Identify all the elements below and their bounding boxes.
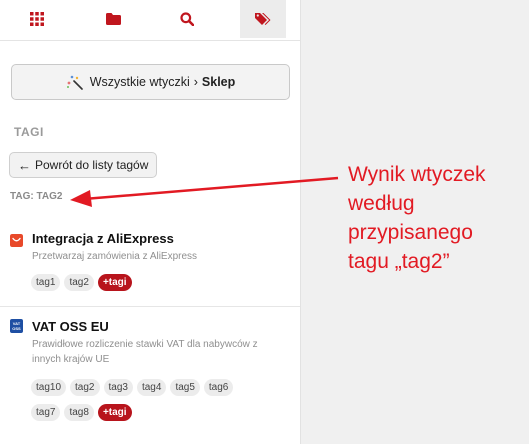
annotation-line: przypisanego [348,221,473,244]
annotation-text: Wynik wtyczek według przypisanego tagu „… [348,160,486,276]
annotation-line: Wynik wtyczek [348,163,486,186]
annotation-line: według [348,192,415,215]
annotation-line: tagu „tag2” [348,250,450,273]
